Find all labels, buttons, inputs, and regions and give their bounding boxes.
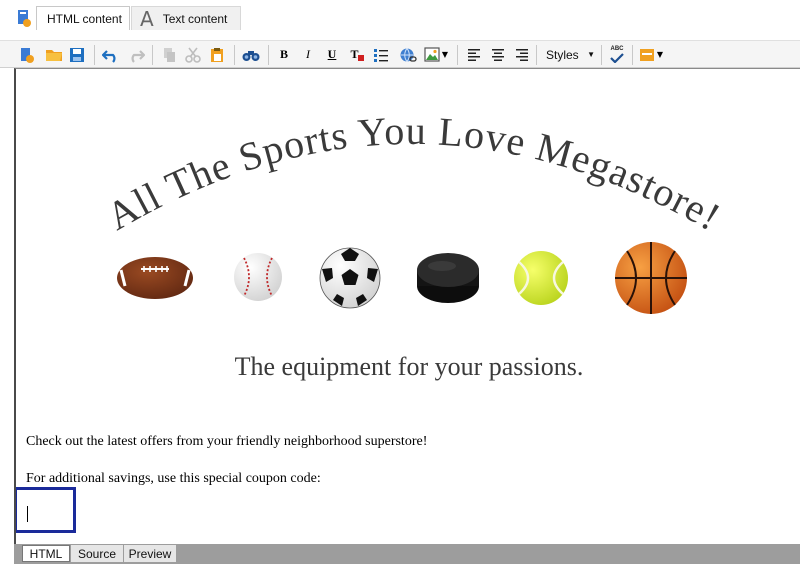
toolbar-separator: [152, 45, 153, 65]
headline-text: All The Sports You Love Megastore!: [99, 108, 729, 240]
html-editor-area[interactable]: All The Sports You Love Megastore! The e…: [14, 68, 800, 544]
insert-block-button[interactable]: ▼: [638, 45, 664, 64]
paste-button[interactable]: [208, 45, 226, 64]
text-cursor: [27, 506, 28, 522]
underline-button[interactable]: U: [324, 45, 340, 64]
checkmark-icon: [610, 53, 624, 63]
bold-label: B: [279, 47, 288, 61]
chevron-down-icon: ▼: [441, 50, 449, 59]
cut-button[interactable]: [184, 45, 202, 64]
insert-link-button[interactable]: [398, 45, 418, 64]
toolbar-separator: [601, 45, 602, 65]
tab-label: Source: [77, 546, 117, 561]
italic-label: I: [306, 47, 310, 61]
folder-open-icon: [46, 49, 62, 61]
toolbar-separator: [268, 45, 269, 65]
tab-preview-view[interactable]: Preview: [124, 545, 176, 562]
football-icon: [117, 257, 193, 299]
tab-label: HTML content: [47, 11, 122, 26]
bulleted-list-button[interactable]: [372, 45, 390, 64]
copy-button[interactable]: [160, 45, 178, 64]
soccer-ball-icon: [319, 247, 381, 309]
tab-label: Text content: [162, 11, 228, 26]
undo-button[interactable]: [101, 45, 121, 64]
bullet-list-icon: [374, 48, 388, 62]
toolbar-separator: [234, 45, 235, 65]
toolbar-separator: [632, 45, 633, 65]
new-document-button[interactable]: [18, 45, 36, 64]
align-right-icon: [516, 49, 528, 61]
tab-source-view[interactable]: Source: [71, 545, 123, 562]
letter-a-icon: A: [140, 6, 154, 31]
styles-dropdown[interactable]: Styles ▼: [540, 45, 598, 64]
open-button[interactable]: [44, 45, 64, 64]
align-right-button[interactable]: [514, 45, 530, 64]
spellcheck-label: ABC: [610, 46, 624, 52]
redo-icon: [131, 49, 145, 63]
binoculars-icon: [242, 50, 260, 61]
find-button[interactable]: [240, 45, 262, 64]
hockey-puck-icon: [417, 253, 479, 303]
chevron-down-icon: ▼: [656, 50, 664, 59]
editor-toolbar: B I U T ▼ Styles ▼ ABC ▼: [0, 40, 800, 68]
styles-label: Styles: [546, 47, 579, 62]
tennis-ball-icon: [514, 251, 568, 305]
image-icon: [424, 47, 440, 62]
clear-format-button[interactable]: T: [348, 45, 366, 64]
panel-icon: [639, 48, 654, 61]
undo-icon: [102, 49, 116, 63]
toolbar-separator: [457, 45, 458, 65]
align-center-button[interactable]: [490, 45, 506, 64]
tab-text-content[interactable]: A Text content: [131, 6, 241, 30]
save-button[interactable]: [68, 45, 86, 64]
eraser-icon: [357, 54, 364, 61]
basketball-icon: [615, 242, 687, 314]
underline-label: U: [327, 47, 337, 61]
align-left-button[interactable]: [466, 45, 482, 64]
toolbar-separator: [94, 45, 95, 65]
html-doc-icon: [18, 10, 31, 27]
headline-arc: All The Sports You Love Megastore!: [99, 108, 729, 314]
toolbar-separator: [536, 45, 537, 65]
coupon-paragraph: For additional savings, use this special…: [26, 471, 321, 486]
spellcheck-button[interactable]: ABC: [607, 45, 627, 64]
headline-textpath: All The Sports You Love Megastore!: [99, 108, 728, 240]
scissors-icon: [185, 47, 201, 63]
align-center-icon: [492, 49, 504, 61]
insert-image-button[interactable]: ▼: [422, 45, 450, 64]
italic-button[interactable]: I: [300, 45, 316, 64]
redo-button[interactable]: [126, 45, 146, 64]
offers-paragraph: Check out the latest offers from your fr…: [26, 434, 428, 449]
tagline: The equipment for your passions.: [234, 352, 584, 381]
tab-html-view[interactable]: HTML: [22, 545, 70, 562]
content-type-tabbar: HTML content A Text content: [0, 0, 800, 40]
tab-label: Preview: [128, 546, 172, 561]
copy-icon: [164, 47, 175, 62]
new-document-icon: [21, 47, 34, 63]
coupon-code-field[interactable]: [16, 487, 76, 533]
tab-html-content[interactable]: HTML content: [36, 6, 130, 30]
save-icon: [70, 47, 84, 62]
clipboard-icon: [211, 47, 223, 62]
globe-link-icon: [400, 47, 417, 62]
tab-label: HTML: [29, 546, 63, 561]
chevron-down-icon: ▼: [587, 50, 595, 59]
align-left-icon: [468, 49, 480, 61]
bold-button[interactable]: B: [276, 45, 292, 64]
baseball-icon: [234, 253, 282, 301]
view-mode-tabbar: HTML Source Preview: [14, 544, 800, 564]
